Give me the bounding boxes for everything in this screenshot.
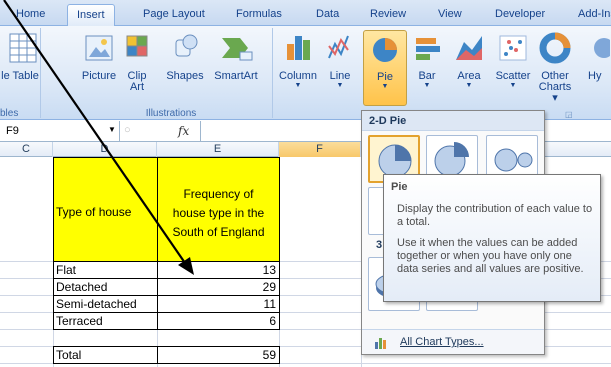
pie-tooltip: Pie Display the contribution of each val… bbox=[383, 174, 601, 302]
dropdown-section-2d: 2-D Pie bbox=[362, 111, 544, 131]
all-chart-types-label: All Chart Types... bbox=[400, 336, 484, 348]
tooltip-usage: Use it when the values can be added toge… bbox=[397, 237, 584, 275]
chart-types-icon bbox=[375, 338, 386, 349]
tooltip-description: Display the contribution of each value t… bbox=[397, 203, 593, 228]
dropdown-section-3d: 3 bbox=[376, 239, 383, 251]
tooltip-title: Pie bbox=[391, 181, 408, 193]
all-chart-types-link[interactable]: All Chart Types... bbox=[362, 329, 544, 354]
